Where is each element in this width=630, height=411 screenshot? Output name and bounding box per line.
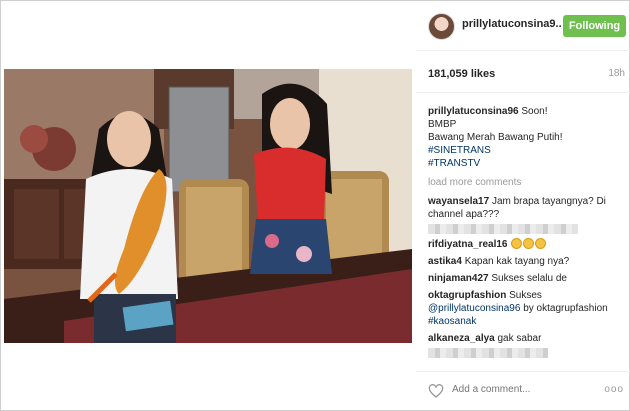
blurred-comment [428,224,578,234]
comment-mention[interactable]: @prillylatuconsina96 [428,303,520,314]
post-photo-image [4,69,412,343]
comment-text: Sukses [509,290,542,301]
caption-hashtag-sinetrans[interactable]: #SINETRANS [428,144,626,157]
comment-text: Sukses selalu de [491,273,567,284]
add-comment-input[interactable] [452,384,592,395]
comment-username[interactable]: rifdiyatna_real16 [428,239,508,250]
caption-line-1: Soon! [521,106,548,117]
caption: prillylatuconsina96 Soon! BMBP Bawang Me… [428,105,626,170]
post-details-pane: prillylatuconsina9.. Following 181,059 l… [416,1,630,411]
emoji-icon [511,238,523,249]
comment-item: alkaneza_alya gak sabar [428,332,626,358]
likes-count[interactable]: 181,059 likes [428,68,495,80]
blurred-comment [428,348,548,358]
caption-line-2: BMBP [428,119,457,130]
comment-item: astika4 Kapan kak tayang nya? [428,255,626,268]
caption-line-3: Bawang Merah Bawang Putih! [428,132,563,143]
heart-icon[interactable] [428,383,444,399]
emoji-icon [523,238,535,249]
comment-username[interactable]: alkaneza_alya [428,333,495,344]
comment-item: ninjaman427 Sukses selalu de [428,272,626,285]
caption-hashtag-transtv[interactable]: #TRANSTV [428,157,626,170]
comment-text-2: by oktagrupfashion [523,303,608,314]
comments-list: prillylatuconsina96 Soon! BMBP Bawang Me… [428,105,626,362]
likes-row: 181,059 likes 18h [416,51,630,93]
comment-username[interactable]: astika4 [428,256,462,267]
emoji-icon [535,238,547,249]
caption-username[interactable]: prillylatuconsina96 [428,106,519,117]
following-button[interactable]: Following [563,15,626,37]
avatar[interactable] [428,13,455,40]
comment-username[interactable]: wayansela17 [428,196,489,207]
comment-text: gak sabar [497,333,542,344]
comment-footer: ooo [416,371,630,411]
load-more-comments-link[interactable]: load more comments [428,176,626,189]
comment-item: rifdiyatna_real16 [428,238,626,251]
instagram-post-frame: prillylatuconsina9.. Following 181,059 l… [0,0,630,411]
comment-text: Kapan kak tayang nya? [464,256,570,267]
comment-username[interactable]: ninjaman427 [428,273,489,284]
header-username[interactable]: prillylatuconsina9.. [462,18,562,30]
post-time[interactable]: 18h [608,68,625,79]
comment-username[interactable]: oktagrupfashion [428,290,506,301]
comment-hashtag[interactable]: #kaosanak [428,316,476,327]
more-icon[interactable]: ooo [604,384,624,395]
comment-item: oktagrupfashion Sukses @prillylatuconsin… [428,289,626,328]
post-photo[interactable] [4,69,412,343]
comment-item: wayansela17 Jam brapa tayangnya? Di chan… [428,195,626,234]
post-header: prillylatuconsina9.. Following [416,1,630,51]
